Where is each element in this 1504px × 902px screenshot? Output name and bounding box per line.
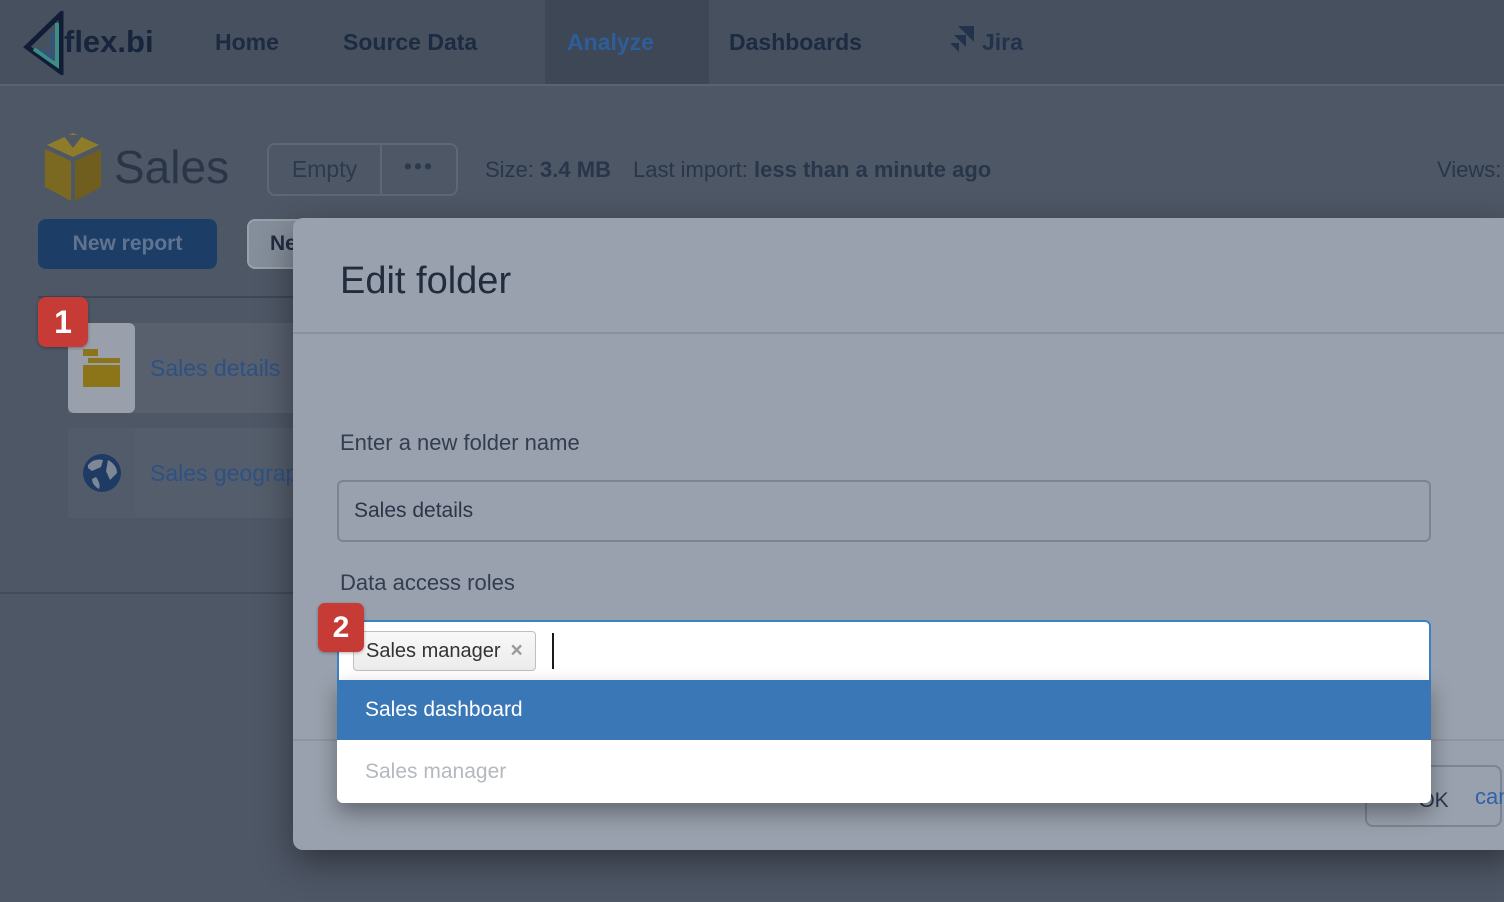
- last-import-label: Last import:: [633, 157, 748, 182]
- cancel-link[interactable]: cancel: [1475, 784, 1504, 810]
- chip-remove-icon[interactable]: ×: [511, 639, 523, 663]
- cube-icon: [40, 132, 106, 202]
- nav-item-jira[interactable]: Jira: [982, 0, 1023, 84]
- edit-folder-modal: Edit folder Enter a new folder name Sale…: [293, 218, 1504, 850]
- empty-button[interactable]: Empty: [269, 145, 382, 194]
- app-root: flex.bi Home Source Data Analyze Dashboa…: [0, 0, 1504, 902]
- modal-header-divider: [293, 332, 1504, 334]
- nav-item-dashboards[interactable]: Dashboards: [729, 0, 862, 84]
- jira-icon: [944, 26, 976, 58]
- new-report-button[interactable]: New report: [38, 219, 217, 269]
- globe-icon-tile[interactable]: [68, 428, 135, 518]
- cube-actions-group: Empty •••: [267, 143, 458, 196]
- role-chip-label: Sales manager: [366, 640, 501, 663]
- views-label: Views:: [1437, 143, 1501, 196]
- annotation-badge-1: 1: [38, 297, 88, 347]
- flexbi-logo-icon[interactable]: [21, 11, 65, 75]
- size-value: 3.4 MB: [540, 157, 611, 182]
- size-label: Size:: [485, 157, 534, 182]
- nav-item-home[interactable]: Home: [215, 0, 279, 84]
- nav-item-analyze-active-cell[interactable]: Analyze: [545, 0, 709, 84]
- page-title: Sales: [114, 140, 229, 194]
- roles-dropdown: Sales dashboard Sales manager: [337, 680, 1431, 803]
- last-import-value: less than a minute ago: [754, 157, 991, 182]
- text-caret: [552, 633, 554, 669]
- top-nav: flex.bi Home Source Data Analyze Dashboa…: [0, 0, 1504, 86]
- annotation-badge-2: 2: [318, 603, 364, 652]
- modal-title: Edit folder: [340, 260, 511, 303]
- nav-item-analyze[interactable]: Analyze: [567, 0, 654, 84]
- more-options-button[interactable]: •••: [382, 145, 456, 194]
- list-item-label[interactable]: Sales details: [150, 355, 280, 382]
- folder-name-input[interactable]: Sales details: [337, 480, 1431, 542]
- nav-item-source-data[interactable]: Source Data: [343, 0, 477, 84]
- roles-select-input[interactable]: Sales manager ×: [337, 620, 1431, 682]
- cube-meta: Size: 3.4 MB Last import: less than a min…: [485, 143, 991, 196]
- data-access-roles-label: Data access roles: [340, 570, 515, 596]
- role-chip-sales-manager[interactable]: Sales manager ×: [353, 631, 536, 671]
- dropdown-option-sales-dashboard[interactable]: Sales dashboard: [337, 680, 1431, 740]
- folder-name-label: Enter a new folder name: [340, 430, 580, 456]
- folder-icon: [82, 349, 122, 387]
- brand-flexbi[interactable]: flex.bi: [64, 0, 154, 84]
- dropdown-option-sales-manager[interactable]: Sales manager: [337, 740, 1431, 803]
- globe-icon: [82, 453, 122, 493]
